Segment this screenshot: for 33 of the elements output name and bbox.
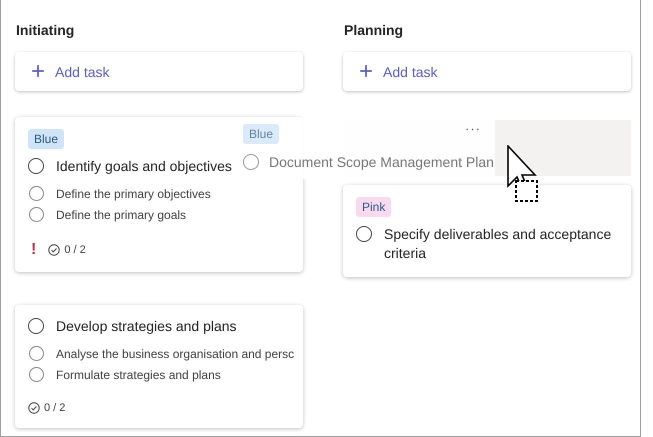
- checkbox-circle[interactable]: [29, 346, 44, 361]
- subtask-count: 0 / 2: [44, 402, 66, 414]
- check-circle-icon: [48, 244, 60, 256]
- checkbox-circle[interactable]: [29, 186, 44, 201]
- checkbox-circle[interactable]: [356, 226, 372, 242]
- dragged-task-card[interactable]: ··· Blue Document Scope Management Plan: [233, 117, 495, 179]
- task-title: Develop strategies and plans: [56, 317, 237, 336]
- checkbox-circle[interactable]: [29, 367, 44, 382]
- checklist-item: Define the primary goals: [56, 208, 186, 222]
- task-card[interactable]: Develop strategies and plans Analyse the business organisation and persc Formulate strategies and plans 0 / 2: [15, 305, 303, 428]
- priority-icon: !: [28, 242, 36, 258]
- checkbox-circle[interactable]: [28, 318, 44, 334]
- column-title: Initiating: [16, 22, 76, 40]
- plus-icon: +: [31, 60, 46, 84]
- label-tag: Blue: [243, 124, 280, 144]
- more-options-button[interactable]: ···: [465, 121, 481, 136]
- checkbox-circle[interactable]: [29, 207, 44, 222]
- checkbox-circle[interactable]: [243, 154, 259, 170]
- add-task-button[interactable]: + Add task: [15, 52, 303, 91]
- checklist-item: Analyse the business organisation and persc: [56, 346, 294, 360]
- checkbox-circle[interactable]: [28, 158, 44, 174]
- task-card[interactable]: Pink Specify deliverables and acceptance criteria: [343, 185, 631, 277]
- checklist-item: Formulate strategies and plans: [56, 368, 221, 382]
- add-task-button[interactable]: + Add task: [343, 52, 631, 91]
- label-tag: Blue: [28, 129, 64, 149]
- check-circle-icon: [28, 402, 40, 414]
- plus-icon: +: [359, 60, 374, 84]
- task-title: Specify deliverables and acceptance criteria: [384, 225, 612, 263]
- checklist-item: Define the primary objectives: [56, 186, 211, 200]
- task-title: Identify goals and objectives: [56, 157, 232, 176]
- subtask-count: 0 / 2: [64, 244, 86, 256]
- column-title: Planning: [344, 22, 404, 40]
- label-tag: Pink: [356, 197, 392, 217]
